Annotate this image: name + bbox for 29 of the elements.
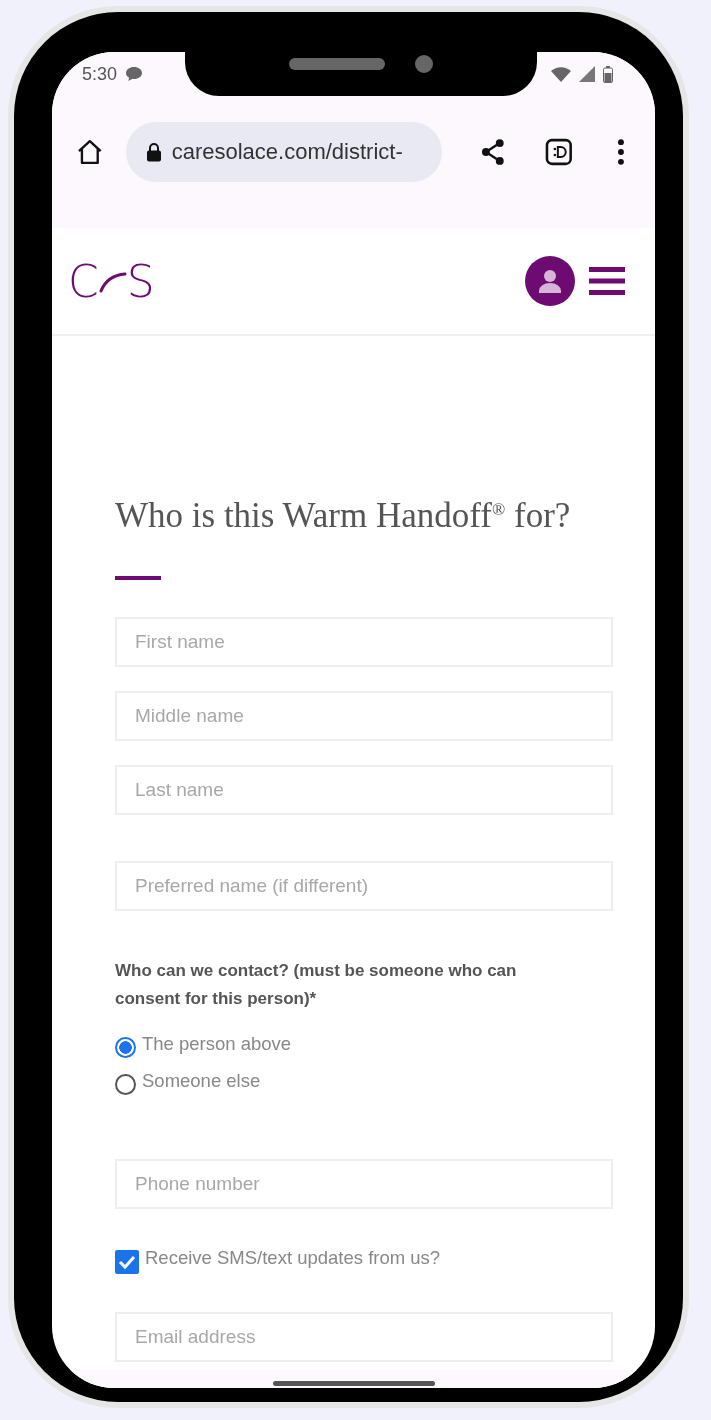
home-icon[interactable] [76,138,104,166]
checkbox-option[interactable]: Receive SMS/text updates from us? [115,1247,599,1274]
battery-icon [603,65,613,83]
input-field[interactable]: Email address [115,1312,613,1362]
input-field[interactable]: Middle name [115,691,613,741]
form-title: Who is this Warm Handoff$^{®}$ for? [115,496,572,536]
more-options-icon[interactable] [617,139,625,165]
address-bar[interactable]: caresolace.com/district- [125,122,442,182]
input-field[interactable]: Last name [115,765,613,815]
radio-option[interactable]: The person above [115,1033,599,1058]
input-field[interactable]: First name [115,617,613,667]
question-label: Who can we contact? (must be someone who can consent for this person)* [115,960,518,1010]
logo[interactable]: C S [68,255,155,307]
checkbox-icon[interactable] [115,1250,139,1274]
user-avatar-icon[interactable] [525,256,575,306]
radio-option[interactable]: Someone else [115,1070,599,1095]
radio-icon[interactable] [115,1074,136,1095]
status-time: 5:30 [82,63,118,85]
signal-icon [579,66,595,82]
share-icon[interactable] [479,138,506,166]
wifi-icon [551,66,571,82]
lock-icon [145,142,162,162]
url-text: caresolace.com/district- [171,139,403,165]
tabs-icon[interactable] [545,138,574,166]
chat-bubble-icon [125,66,144,82]
radio-icon[interactable] [115,1037,136,1058]
input-field[interactable]: Preferred name (if different) [115,861,613,911]
menu-icon[interactable] [589,265,625,297]
input-field[interactable]: Phone number [115,1159,613,1209]
